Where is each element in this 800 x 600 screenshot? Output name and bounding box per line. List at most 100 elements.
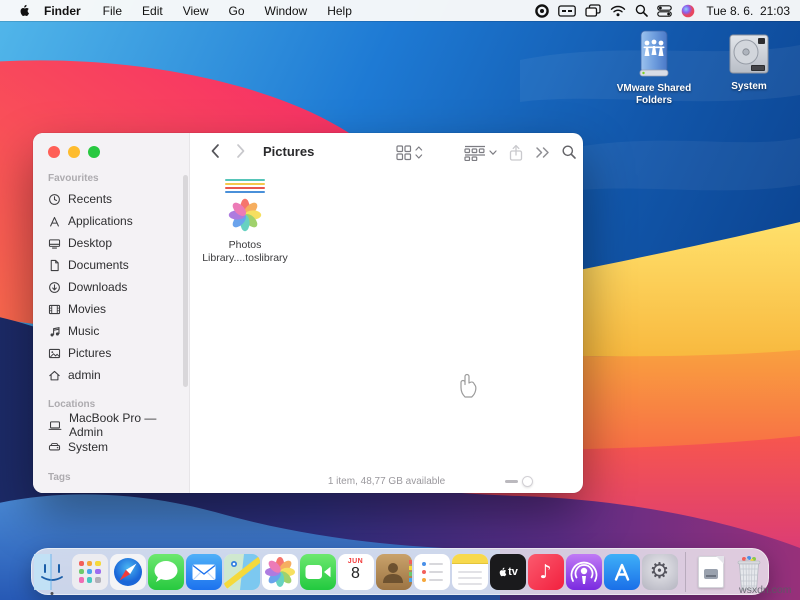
sidebar-item-label: Pictures	[68, 346, 111, 360]
dock-safari-icon[interactable]	[110, 554, 146, 590]
sidebar-item-label: System	[68, 440, 108, 454]
sidebar-scrollbar[interactable]	[183, 175, 188, 387]
close-button[interactable]	[48, 146, 60, 158]
sidebar-item-tag-krasny[interactable]: Красный	[33, 487, 189, 493]
menu-item-go[interactable]: Go	[219, 4, 255, 18]
icon-view-control-icon[interactable]	[396, 144, 424, 161]
sidebar-item-label: Movies	[68, 302, 106, 316]
control-center-icon[interactable]	[657, 5, 672, 17]
document-icon	[48, 259, 61, 272]
dock-mail-icon[interactable]	[186, 554, 222, 590]
group-by-icon[interactable]	[464, 144, 498, 161]
dock-messages-icon[interactable]	[148, 554, 184, 590]
sidebar-item-pictures[interactable]: Pictures	[33, 342, 189, 364]
desktop-icon-label: VMware Shared Folders	[608, 83, 700, 107]
dock-music-icon[interactable]: ♪	[528, 554, 564, 590]
siri-icon[interactable]	[681, 4, 695, 18]
dock-notes-icon[interactable]	[452, 554, 488, 590]
sidebar-item-music[interactable]: Music	[33, 320, 189, 342]
displays-icon[interactable]	[585, 4, 601, 17]
menu-item-finder[interactable]: Finder	[34, 4, 93, 18]
desktop-icon-label: System	[731, 81, 767, 93]
sidebar-item-admin[interactable]: admin	[33, 364, 189, 386]
forward-chevron-icon[interactable]	[236, 143, 246, 159]
finder-window: Favourites Recents Applications Desktop …	[33, 133, 583, 493]
sidebar-item-recents[interactable]: Recents	[33, 188, 189, 210]
back-chevron-icon[interactable]	[210, 143, 220, 159]
pictures-icon	[48, 347, 61, 360]
sidebar-item-desktop[interactable]: Desktop	[33, 232, 189, 254]
window-title: Pictures	[263, 144, 314, 159]
dock-separator	[685, 552, 686, 592]
wifi-icon[interactable]	[610, 5, 626, 17]
apple-menu-icon[interactable]	[12, 3, 34, 18]
sidebar-item-documents[interactable]: Documents	[33, 254, 189, 276]
dock-finder-icon[interactable]	[34, 554, 70, 590]
sidebar-header-tags: Tags	[48, 472, 189, 483]
menu-item-view[interactable]: View	[173, 4, 219, 18]
calendar-month-label: JUN	[348, 558, 364, 565]
sidebar-item-system-drive[interactable]: System	[33, 436, 189, 458]
icon-size-slider[interactable]	[505, 476, 533, 487]
sidebar-header-favourites: Favourites	[48, 173, 189, 184]
music-note-icon	[48, 325, 61, 338]
sidebar-item-downloads[interactable]: Downloads	[33, 276, 189, 298]
sidebar-item-macbook-pro[interactable]: MacBook Pro — Admin	[33, 414, 189, 436]
minimize-button[interactable]	[68, 146, 80, 158]
desktop-icon-system[interactable]: System	[716, 32, 782, 93]
file-name-label: Photos Library....toslibrary	[189, 239, 301, 265]
file-photos-library[interactable]: Photos Library....toslibrary	[189, 179, 301, 265]
traffic-lights	[48, 146, 100, 158]
window-titlebar[interactable]: Pictures	[190, 133, 583, 173]
film-icon	[48, 303, 61, 316]
sidebar-item-movies[interactable]: Movies	[33, 298, 189, 320]
dock: JUN 8 tv ♪ ⚙	[31, 548, 769, 595]
spotlight-search-icon[interactable]	[635, 4, 648, 17]
sidebar-item-label: MacBook Pro — Admin	[69, 411, 189, 439]
calendar-day-label: 8	[351, 565, 360, 582]
home-icon	[48, 369, 61, 382]
photos-library-icon	[225, 179, 265, 235]
dock-maps-icon[interactable]	[224, 554, 260, 590]
menu-item-file[interactable]: File	[93, 4, 132, 18]
menu-item-help[interactable]: Help	[317, 4, 362, 18]
sidebar-item-label: Recents	[68, 192, 112, 206]
menu-item-edit[interactable]: Edit	[132, 4, 173, 18]
dock-reminders-icon[interactable]	[414, 554, 450, 590]
zoom-button[interactable]	[88, 146, 100, 158]
dock-app-store-icon[interactable]	[604, 554, 640, 590]
dock-podcasts-icon[interactable]	[566, 554, 602, 590]
more-toolbar-icon[interactable]	[535, 146, 551, 159]
input-source-icon[interactable]	[558, 5, 576, 17]
laptop-icon	[48, 419, 62, 432]
dock-photos-icon[interactable]	[262, 554, 298, 590]
finder-content-area[interactable]: Photos Library....toslibrary	[191, 173, 583, 469]
drive-icon	[48, 441, 61, 454]
dock-contacts-icon[interactable]	[376, 554, 412, 590]
dock-apple-tv-icon[interactable]: tv	[490, 554, 526, 590]
window-status-bar: 1 item, 48,77 GB available	[190, 469, 583, 493]
menu-clock[interactable]: Tue 8. 6. 21:03	[706, 4, 790, 18]
desktop-icon	[48, 237, 61, 250]
menu-item-window[interactable]: Window	[255, 4, 318, 18]
dock-system-preferences-icon[interactable]: ⚙	[642, 554, 678, 590]
sidebar-item-label: Downloads	[68, 280, 127, 294]
applications-icon	[48, 215, 61, 228]
dock-calendar-icon[interactable]: JUN 8	[338, 554, 374, 590]
sidebar-header-locations: Locations	[48, 399, 189, 410]
sidebar-item-applications[interactable]: Applications	[33, 210, 189, 232]
watermark: wsxdn.com	[739, 584, 792, 596]
clock-icon	[48, 193, 61, 206]
dock-launchpad-icon[interactable]	[72, 554, 108, 590]
cursor-hand-pointer	[456, 370, 482, 400]
dock-document-disk-icon[interactable]	[693, 554, 729, 590]
sidebar-item-label: Music	[68, 324, 99, 338]
download-circle-icon	[48, 281, 61, 294]
record-indicator-icon[interactable]	[535, 4, 549, 18]
dock-facetime-icon[interactable]	[300, 554, 336, 590]
sidebar-item-label: admin	[68, 368, 101, 382]
sidebar-item-label: Desktop	[68, 236, 112, 250]
sidebar-item-label: Applications	[68, 214, 133, 228]
search-icon[interactable]	[561, 144, 577, 160]
desktop-icon-vmware-shared-folders[interactable]: VMware Shared Folders	[608, 30, 700, 107]
